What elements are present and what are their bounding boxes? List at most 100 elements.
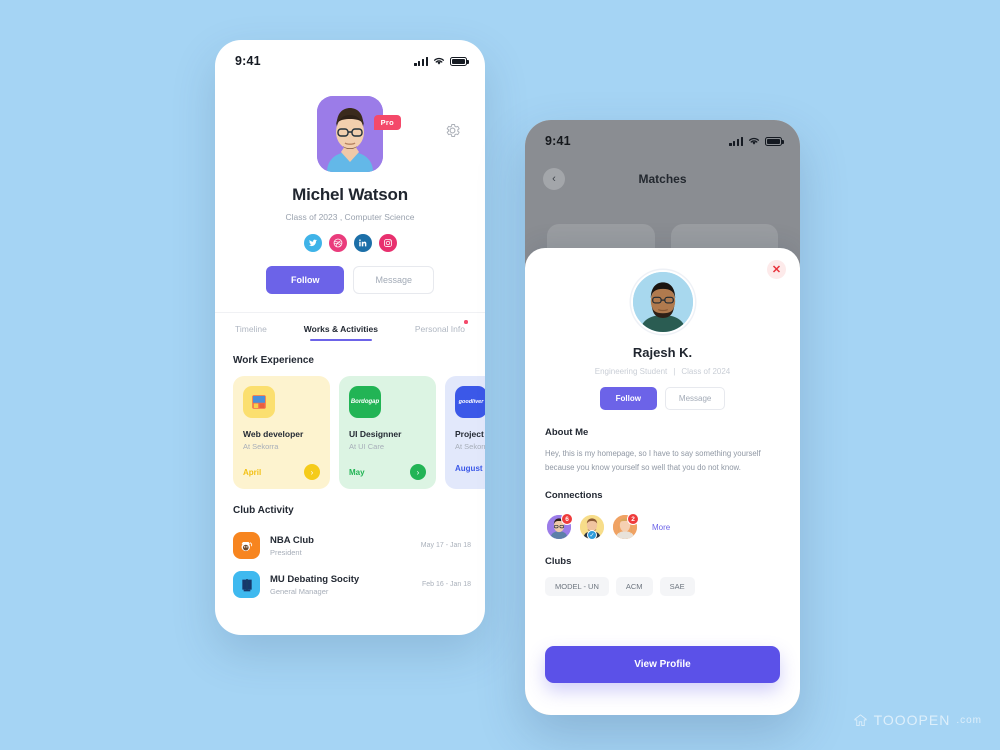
profile-actions: Follow Message: [233, 266, 467, 294]
connection-avatar-1[interactable]: 6: [545, 513, 573, 542]
connection-avatar-3[interactable]: 2: [611, 513, 639, 542]
profile-detail-sheet: ✕ Rajesh K. Engineering Student | Class of…: [525, 248, 800, 715]
company-logo-icon: [243, 386, 275, 418]
verified-icon: ✓: [587, 530, 597, 541]
club-name: NBA Club: [270, 534, 314, 546]
work-month: August: [455, 464, 483, 473]
logo-text: goodliver: [458, 399, 484, 405]
chevron-left-icon[interactable]: ‹: [543, 168, 565, 190]
work-company: At UI Care: [349, 442, 385, 451]
linkedin-icon[interactable]: [353, 234, 372, 252]
signal-bars-icon: [414, 56, 428, 66]
status-bar-phone1: 9:41: [215, 40, 485, 74]
status-badge: 2: [627, 513, 639, 526]
mascot-icon: [233, 532, 260, 559]
instagram-icon[interactable]: [378, 234, 397, 252]
work-month: April: [243, 467, 262, 477]
about-me-title: About Me: [545, 427, 589, 438]
club-name: MU Debating Socity: [270, 573, 360, 585]
matches-title: Matches: [638, 172, 687, 186]
social-links: [233, 234, 467, 252]
work-card[interactable]: Web developer At Sekorra April ›: [233, 376, 330, 489]
work-month: May: [349, 467, 365, 477]
phone-profile-screen: 9:41 Pro Michel Watson Class of 2023 , C…: [215, 40, 485, 635]
match-role: Engineering Student: [594, 367, 668, 376]
wifi-icon: [433, 57, 445, 65]
twitter-icon[interactable]: [303, 234, 322, 252]
matches-header: ‹ Matches: [525, 154, 800, 190]
work-company: At Sekorra: [243, 442, 279, 451]
user-avatar-michel: [317, 96, 383, 172]
status-time: 9:41: [235, 54, 261, 68]
work-card[interactable]: goodliver Project Man At Sekorra August: [445, 376, 485, 489]
work-title: Project Man: [455, 429, 485, 439]
gear-icon[interactable]: [444, 122, 461, 139]
view-profile-button[interactable]: View Profile: [545, 646, 780, 683]
list-item[interactable]: MU Debating Socity General Manager Feb 1…: [215, 565, 485, 604]
tab-personal-info-label: Personal Info: [414, 324, 465, 334]
connections-list: 6 ✓ 2 More: [545, 513, 780, 542]
avatar-image: [317, 96, 383, 172]
follow-button[interactable]: Follow: [599, 387, 657, 410]
avatar[interactable]: Pro: [317, 96, 401, 172]
follow-button[interactable]: Follow: [265, 266, 345, 294]
clubs-title: Clubs: [545, 556, 572, 568]
tab-personal-info[interactable]: Personal Info: [414, 320, 468, 341]
list-item[interactable]: NBA Club President May 17 - Jan 18: [215, 526, 485, 565]
close-icon[interactable]: ✕: [767, 260, 786, 279]
pro-badge: Pro: [373, 115, 401, 130]
tab-bar: Timeline Works & Activities Personal Inf…: [215, 312, 485, 341]
page-title: Michel Watson: [292, 185, 408, 204]
club-role: General Manager: [270, 586, 329, 596]
chevron-right-icon[interactable]: ›: [304, 464, 320, 480]
status-icons: [414, 56, 469, 66]
message-button[interactable]: Message: [664, 387, 726, 410]
battery-icon: [765, 136, 784, 146]
match-name: Rajesh K.: [632, 345, 693, 360]
club-chip[interactable]: ACM: [615, 577, 653, 597]
status-badge: 6: [561, 513, 573, 526]
signal-bars-icon: [729, 136, 743, 146]
message-button[interactable]: Message: [353, 266, 435, 294]
connection-avatar-2[interactable]: ✓: [578, 513, 606, 542]
battery-icon: [450, 56, 469, 66]
work-title: UI Designner: [349, 429, 402, 439]
club-date: Feb 16 - Jan 18: [421, 581, 471, 588]
tab-works-activities[interactable]: Works & Activities: [304, 324, 378, 341]
status-icons: [729, 136, 784, 146]
company-logo-icon: Bordogap: [349, 386, 381, 418]
club-chip[interactable]: MODEL - UN: [545, 577, 609, 597]
logo-icon: [854, 713, 867, 726]
dribbble-icon[interactable]: [328, 234, 347, 252]
chevron-right-icon[interactable]: ›: [410, 464, 426, 480]
work-card[interactable]: Bordogap UI Designner At UI Care May ›: [339, 376, 436, 489]
phone-matches-screen: 9:41 ‹ Matches ✕ Rajesh K. Engineering S…: [525, 120, 800, 715]
club-activity-title: Club Activity: [233, 505, 294, 516]
match-actions: Follow Message: [545, 387, 780, 410]
profile-subtitle: Class of 2023 , Computer Science: [285, 212, 415, 222]
about-me-text: Hey, this is my homepage, so I have to s…: [545, 449, 761, 472]
watermark-brand: TOOOPEN: [873, 712, 951, 728]
wifi-icon: [748, 137, 760, 145]
tab-timeline[interactable]: Timeline: [235, 324, 267, 341]
watermark-suffix: .com: [956, 714, 982, 726]
work-experience-list: Web developer At Sekorra April › Bordoga…: [215, 376, 485, 489]
connections-title: Connections: [545, 490, 603, 502]
club-date: May 17 - Jan 18: [420, 542, 471, 549]
avatar[interactable]: [630, 270, 695, 334]
match-subtitle: Engineering Student | Class of 2024: [594, 367, 731, 376]
more-connections-link[interactable]: More: [652, 523, 670, 532]
watermark: TOOOPEN .com: [853, 712, 982, 728]
club-chips: MODEL - UN ACM SAE: [545, 577, 780, 597]
book-icon: [233, 571, 260, 598]
status-time: 9:41: [545, 134, 571, 148]
work-company: At Sekorra: [455, 442, 485, 451]
notification-dot-icon: [464, 320, 468, 324]
club-role: President: [270, 547, 302, 557]
work-experience-title: Work Experience: [233, 355, 314, 366]
profile-header: Pro Michel Watson Class of 2023 , Comput…: [215, 96, 485, 294]
user-avatar-rajesh: [632, 272, 693, 332]
status-bar-phone2: 9:41: [525, 120, 800, 154]
company-logo-icon: goodliver: [455, 386, 485, 418]
club-chip[interactable]: SAE: [659, 577, 695, 597]
